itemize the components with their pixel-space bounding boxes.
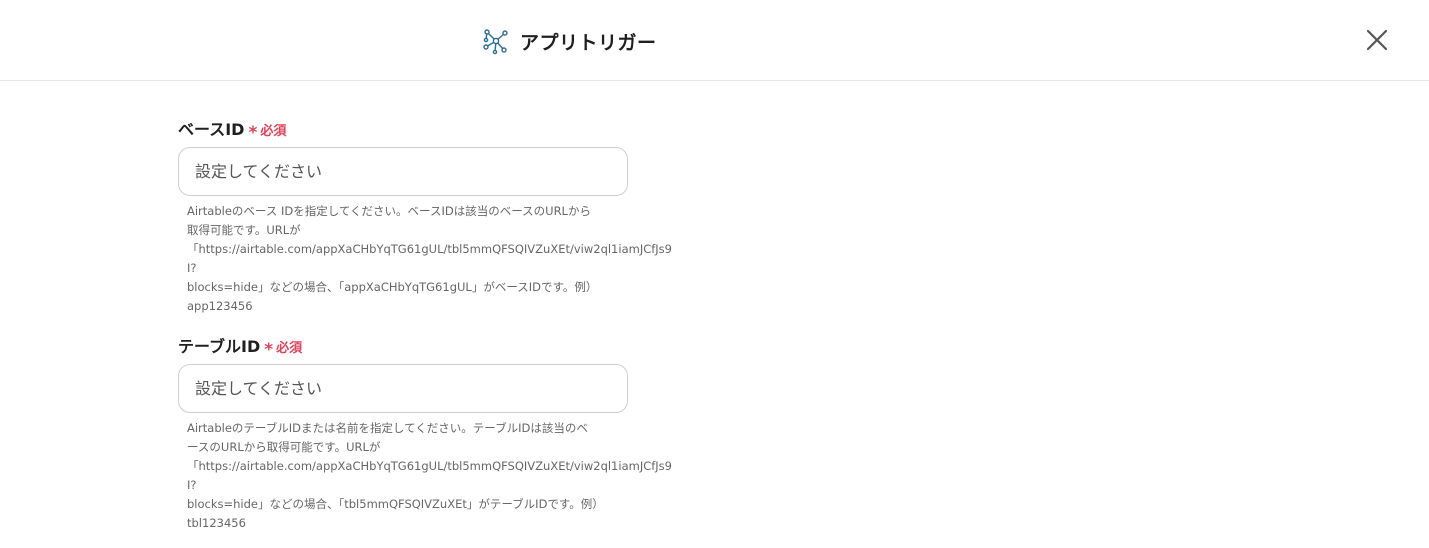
table-id-input[interactable] (178, 364, 628, 413)
table-id-label: テーブルID (178, 337, 261, 356)
base-id-field: ベースID * 必須 Airtableのベース IDを指定してください。ベースI… (178, 116, 678, 316)
table-id-field: テーブルID * 必須 AirtableのテーブルIDまたは名前を指定してくださ… (178, 333, 678, 533)
close-button[interactable] (1362, 25, 1392, 55)
required-badge: 必須 (276, 341, 303, 356)
modal-title: アプリトリガー (520, 31, 657, 54)
base-id-label: ベースID (178, 120, 245, 139)
required-asterisk: * (264, 340, 274, 360)
modal-header: アプリトリガー (0, 0, 1429, 81)
modal-title-group: アプリトリガー (482, 26, 657, 56)
app-trigger-network-icon (483, 29, 508, 55)
base-id-label-row: ベースID * 必須 (178, 116, 678, 143)
required-badge: 必須 (260, 124, 287, 139)
table-id-label-row: テーブルID * 必須 (178, 333, 678, 360)
base-id-help-text: Airtableのベース IDを指定してください。ベースIDは該当のベースのUR… (187, 204, 672, 313)
close-icon[interactable] (1362, 25, 1392, 55)
required-asterisk: * (248, 123, 258, 143)
base-id-input[interactable] (178, 147, 628, 196)
table-id-help-text: AirtableのテーブルIDまたは名前を指定してください。テーブルIDは該当の… (187, 421, 672, 530)
